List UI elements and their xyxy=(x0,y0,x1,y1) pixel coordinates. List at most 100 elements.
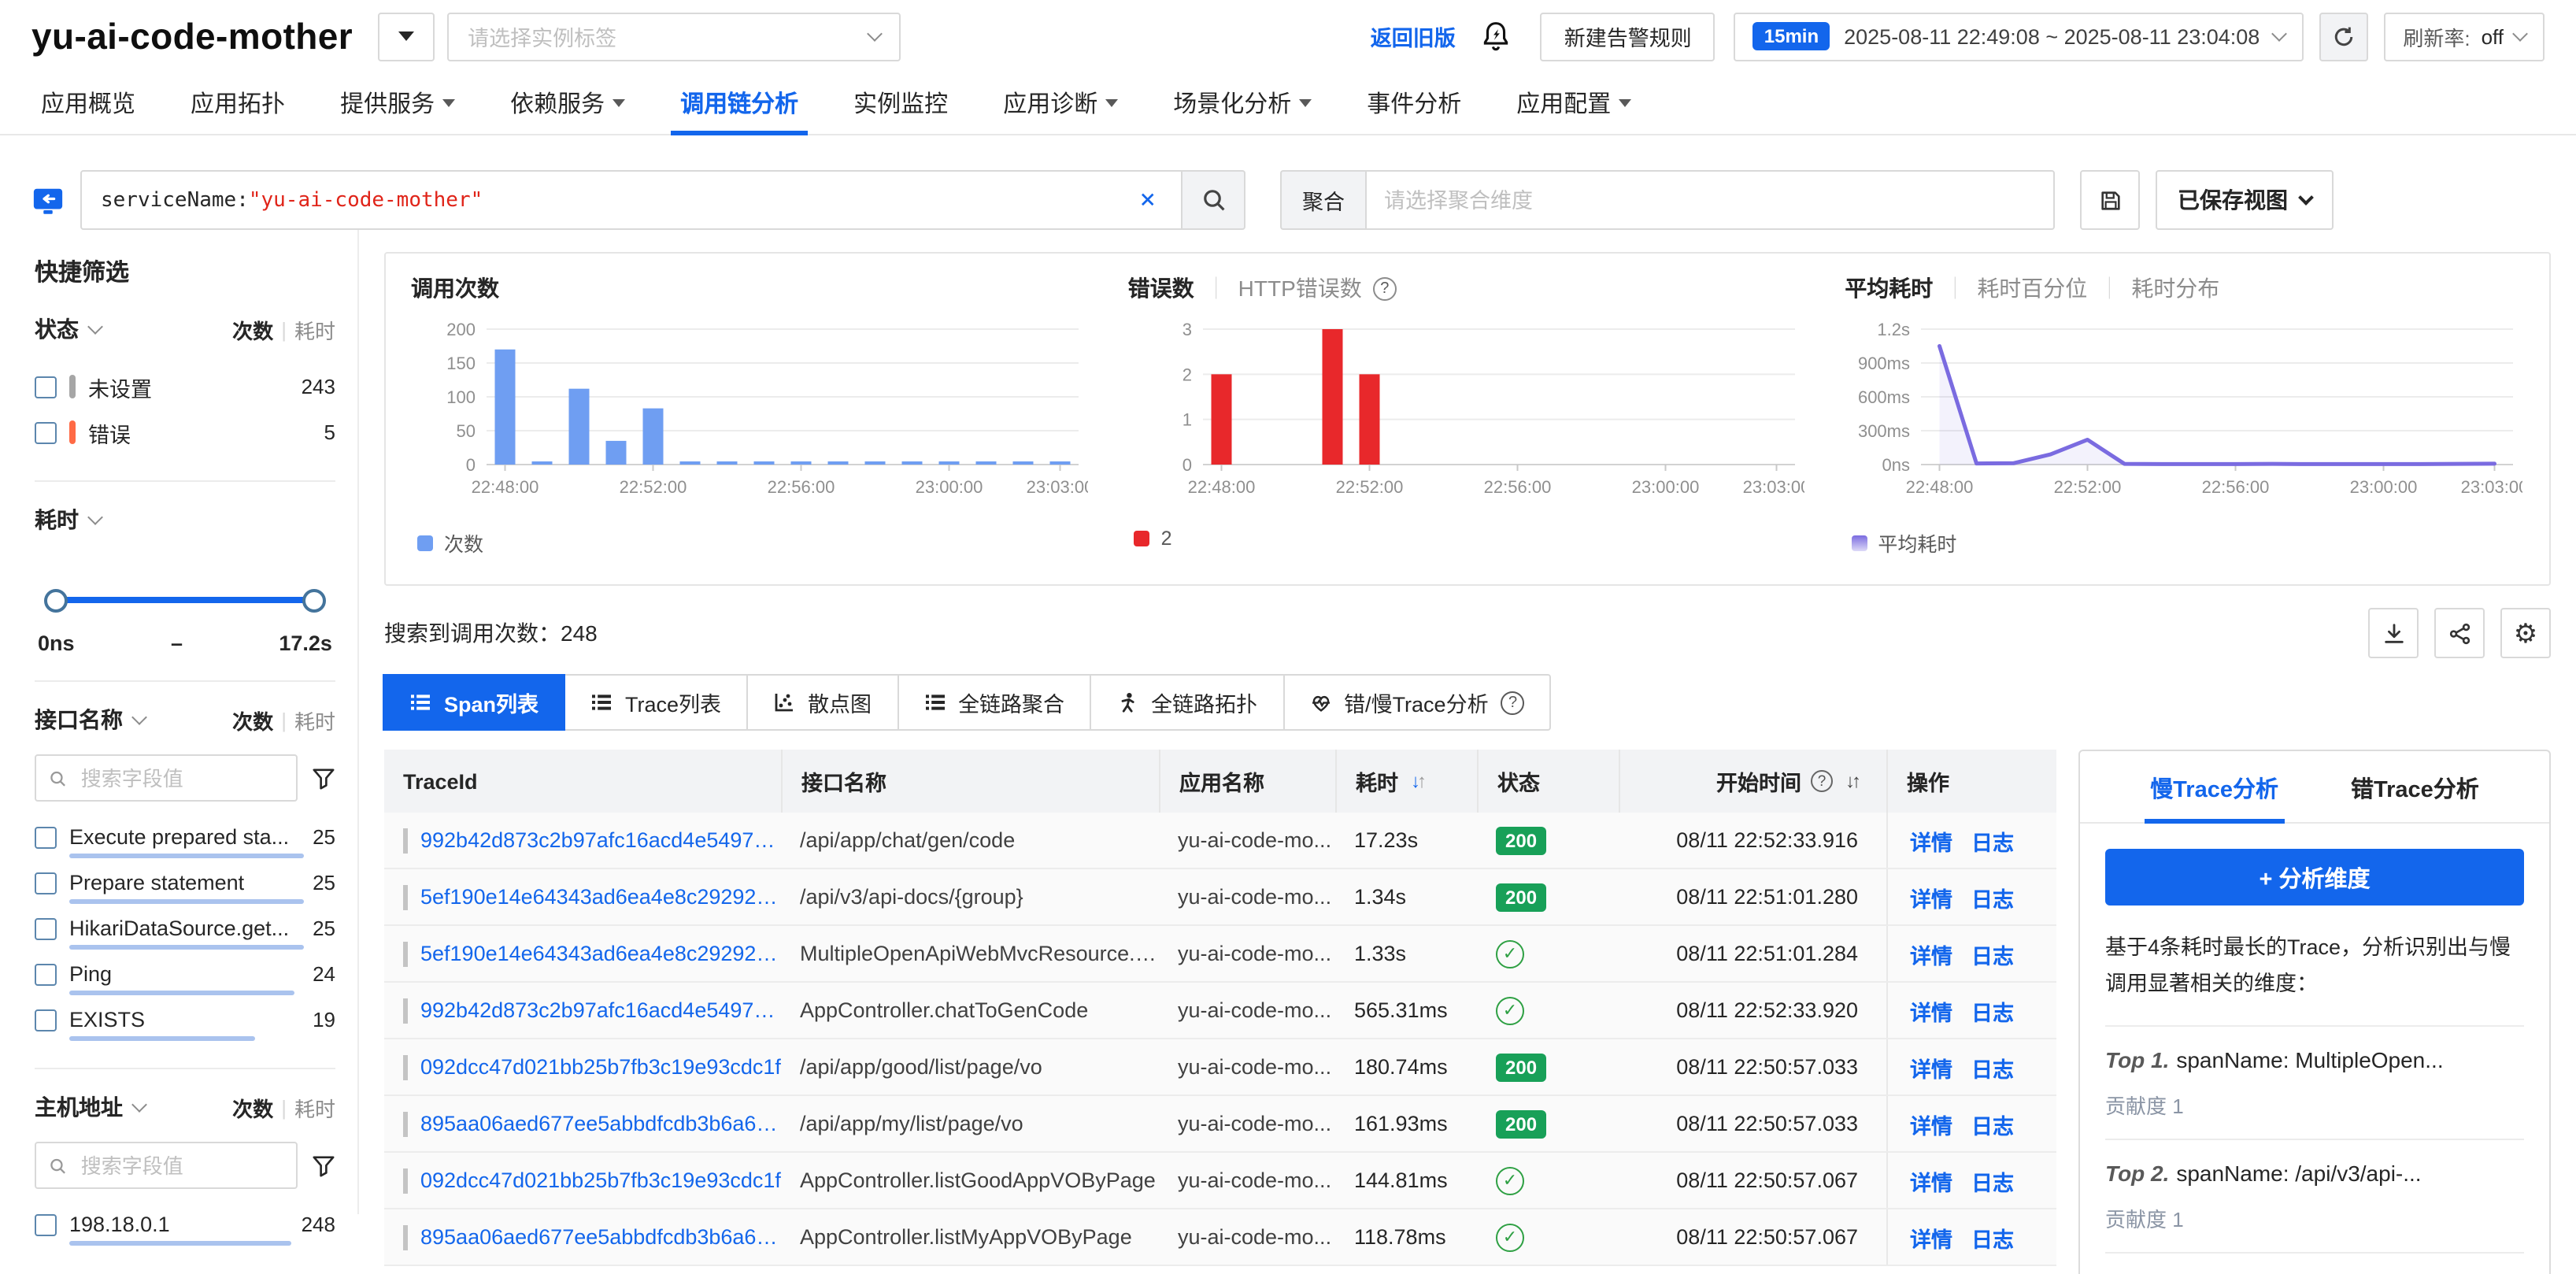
help-icon[interactable]: ? xyxy=(1501,691,1525,714)
duration-range-slider[interactable] xyxy=(44,589,326,613)
status-section-toggle[interactable]: 状态 xyxy=(35,313,101,345)
add-analysis-dimension-button[interactable]: + 分析维度 xyxy=(2105,849,2524,906)
slider-handle-max[interactable] xyxy=(302,589,326,613)
query-input[interactable]: serviceName : "yu-ai-code-mother" × xyxy=(80,170,1183,230)
interface-filter-item[interactable]: Execute prepared sta... 25 xyxy=(35,814,335,860)
nav-tab[interactable]: 应用拓扑 xyxy=(191,72,285,134)
col-app[interactable]: 应用名称 xyxy=(1159,750,1335,813)
host-search-input[interactable] xyxy=(35,1142,298,1189)
view-tab[interactable]: 全链路聚合 ? xyxy=(897,674,1091,731)
detail-link[interactable]: 详情 xyxy=(1910,1051,1952,1083)
sort-by-count[interactable]: 次数 xyxy=(232,705,273,735)
detail-link[interactable]: 详情 xyxy=(1910,881,1952,913)
aggregation-input[interactable] xyxy=(1365,170,2055,230)
top-dimension-item[interactable]: Top 1. spanName: MultipleOpen... 贡献度 1 xyxy=(2105,1027,2524,1140)
sort-icons[interactable]: ↓↑ xyxy=(1411,770,1423,792)
back-to-old-link[interactable]: 返回旧版 xyxy=(1371,20,1456,52)
sort-by-count[interactable]: 次数 xyxy=(232,1092,273,1122)
instance-tag-select[interactable]: 请选择实例标签 xyxy=(447,12,901,61)
nav-tab[interactable]: 应用诊断 xyxy=(1003,72,1118,134)
host-filter-item[interactable]: 198.18.0.1 248 xyxy=(35,1202,335,1247)
app-switcher-dropdown[interactable] xyxy=(378,12,435,61)
log-link[interactable]: 日志 xyxy=(1971,1108,2014,1139)
log-link[interactable]: 日志 xyxy=(1971,994,2014,1026)
log-link[interactable]: 日志 xyxy=(1971,1165,2014,1196)
view-tab[interactable]: 全链路拓扑 ? xyxy=(1090,674,1284,731)
trace-id-link[interactable]: 992b42d873c2b97afc16acd4e5497b18 xyxy=(420,998,781,1022)
interface-search-input[interactable] xyxy=(35,754,298,802)
detail-link[interactable]: 详情 xyxy=(1910,938,1952,969)
trace-id-link[interactable]: 992b42d873c2b97afc16acd4e5497b18 xyxy=(420,828,781,852)
clear-query-icon[interactable]: × xyxy=(1134,187,1163,213)
view-tab[interactable]: 散点图 ? xyxy=(746,674,898,731)
checkbox[interactable] xyxy=(35,917,57,939)
new-alarm-rule-button[interactable]: 新建告警规则 xyxy=(1541,12,1715,61)
interface-filter-item[interactable]: Ping 24 xyxy=(35,951,335,997)
sort-by-time[interactable]: 耗时 xyxy=(294,314,335,344)
checkbox[interactable] xyxy=(35,872,57,894)
view-tab[interactable]: Trace列表 ? xyxy=(564,674,748,731)
detail-link[interactable]: 详情 xyxy=(1910,1108,1952,1139)
status-filter-item[interactable]: 错误 5 xyxy=(35,409,335,455)
checkbox[interactable] xyxy=(35,376,57,398)
duration-section-toggle[interactable]: 耗时 xyxy=(35,504,101,535)
panel-tab[interactable]: 错Trace分析 xyxy=(2351,772,2479,822)
slider-handle-min[interactable] xyxy=(44,589,68,613)
status-filter-item[interactable]: 未设置 243 xyxy=(35,364,335,409)
alert-bell-icon[interactable] xyxy=(1481,20,1512,52)
slider-track[interactable] xyxy=(54,597,316,603)
detail-link[interactable]: 详情 xyxy=(1910,1221,1952,1253)
trace-id-link[interactable]: 5ef190e14e64343ad6ea4e8c2929234d xyxy=(420,942,781,965)
refresh-rate-select[interactable]: 刷新率: off xyxy=(2384,12,2545,61)
top-dimension-item[interactable]: Top 2. spanName: /api/v3/api-... 贡献度 1 xyxy=(2105,1140,2524,1254)
col-traceid[interactable]: TraceId xyxy=(384,750,781,813)
checkbox[interactable] xyxy=(35,1009,57,1031)
view-tab[interactable]: Span列表 ? xyxy=(383,674,565,731)
time-range-picker[interactable]: 15min 2025-08-11 22:49:08 ~ 2025-08-11 2… xyxy=(1734,12,2304,61)
log-link[interactable]: 日志 xyxy=(1971,1221,2014,1253)
filter-funnel-icon[interactable] xyxy=(312,766,335,790)
interface-filter-item[interactable]: HikariDataSource.get... 25 xyxy=(35,906,335,951)
share-button[interactable] xyxy=(2434,608,2485,658)
trace-id-link[interactable]: 5ef190e14e64343ad6ea4e8c2929234d xyxy=(420,885,781,909)
top-dimension-item[interactable]: Top 3. spanName: /api/app/cha... 贡献度 0.9… xyxy=(2105,1254,2524,1274)
checkbox[interactable] xyxy=(35,826,57,848)
interface-filter-item[interactable]: Prepare statement 25 xyxy=(35,860,335,906)
save-view-button[interactable] xyxy=(2080,170,2140,230)
log-link[interactable]: 日志 xyxy=(1971,1051,2014,1083)
error-count-bar-chart[interactable]: 012322:48:0022:52:0022:56:0023:00:0023:0… xyxy=(1128,310,1805,521)
trace-id-link[interactable]: 895aa06aed677ee5abbdfcdb3b6a68a9 xyxy=(420,1225,781,1249)
nav-tab[interactable]: 应用配置 xyxy=(1516,72,1631,134)
sort-by-time[interactable]: 耗时 xyxy=(294,705,335,735)
saved-views-button[interactable]: 已保存视图 xyxy=(2156,170,2334,230)
nav-tab[interactable]: 事件分析 xyxy=(1367,72,1461,134)
nav-tab[interactable]: 应用概览 xyxy=(41,72,135,134)
download-button[interactable] xyxy=(2368,608,2419,658)
checkbox[interactable] xyxy=(35,1213,57,1235)
avg-latency-line-chart[interactable]: 0ns300ms600ms900ms1.2s22:48:0022:52:0022… xyxy=(1845,310,2522,521)
refresh-button[interactable] xyxy=(2319,12,2368,61)
trace-id-link[interactable]: 895aa06aed677ee5abbdfcdb3b6a68a9 xyxy=(420,1112,781,1135)
interface-section-toggle[interactable]: 接口名称 xyxy=(35,704,145,735)
host-section-toggle[interactable]: 主机地址 xyxy=(35,1091,145,1123)
view-tab[interactable]: 错/慢Trace分析 ? xyxy=(1282,674,1552,731)
col-status[interactable]: 状态 xyxy=(1477,750,1619,813)
trace-id-link[interactable]: 092dcc47d021bb25b7fb3c19e93cdc1f xyxy=(420,1168,781,1192)
sort-by-count[interactable]: 次数 xyxy=(232,314,273,344)
detail-link[interactable]: 详情 xyxy=(1910,994,1952,1026)
nav-tab[interactable]: 场景化分析 xyxy=(1173,72,1312,134)
log-link[interactable]: 日志 xyxy=(1971,824,2014,856)
col-start-time[interactable]: 开始时间?↓↑ xyxy=(1619,750,1886,813)
nav-tab[interactable]: 调用链分析 xyxy=(680,72,798,134)
sort-by-time[interactable]: 耗时 xyxy=(294,1092,335,1122)
col-duration[interactable]: 耗时↓↑ xyxy=(1335,750,1477,813)
checkbox[interactable] xyxy=(35,963,57,985)
checkbox[interactable] xyxy=(35,421,57,443)
panel-tab[interactable]: 慢Trace分析 xyxy=(2150,772,2278,822)
settings-button[interactable]: ⚙ xyxy=(2500,608,2551,658)
trace-id-link[interactable]: 092dcc47d021bb25b7fb3c19e93cdc1f xyxy=(420,1055,781,1079)
col-interface[interactable]: 接口名称 xyxy=(781,750,1159,813)
nav-tab[interactable]: 提供服务 xyxy=(340,72,455,134)
sort-icons[interactable]: ↓↑ xyxy=(1845,770,1858,792)
collapse-panel-icon[interactable] xyxy=(31,183,65,217)
